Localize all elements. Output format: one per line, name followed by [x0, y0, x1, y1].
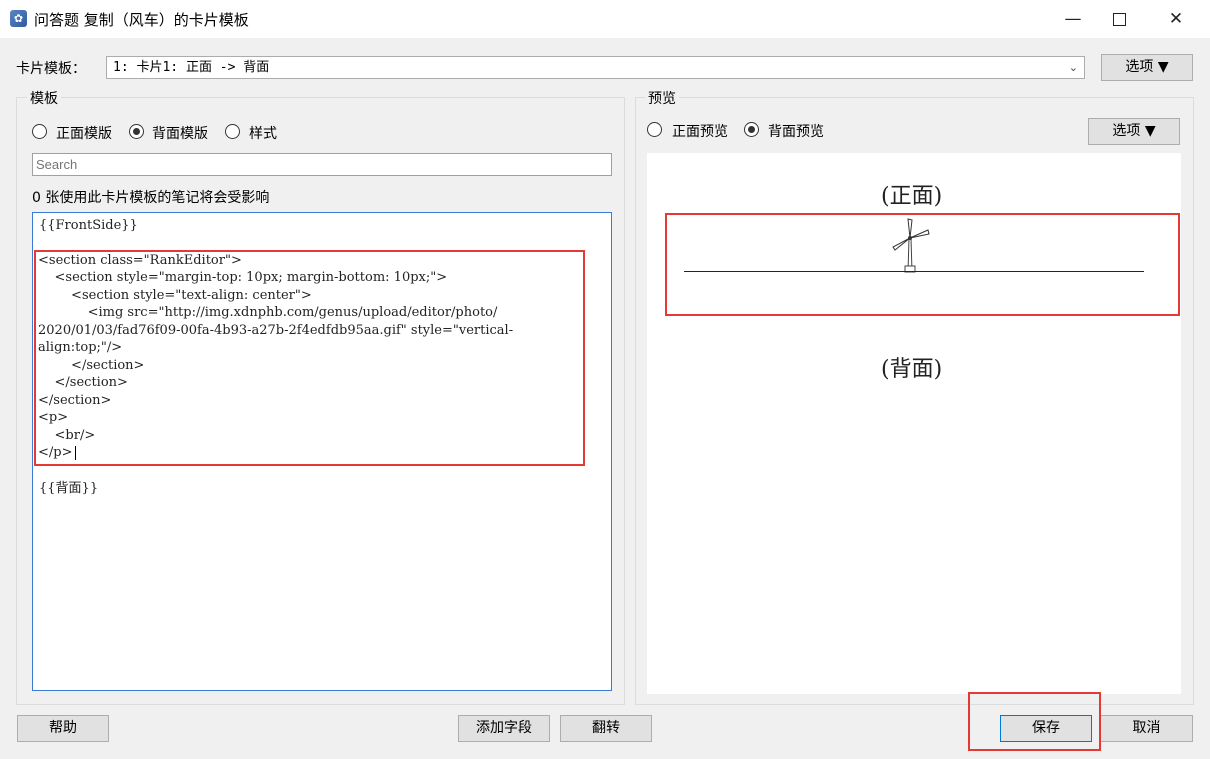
add-field-button[interactable]: 添加字段 — [458, 715, 550, 742]
search-input[interactable] — [32, 153, 612, 176]
styling-label[interactable]: 样式 — [249, 123, 277, 143]
code-line: {{FrontSide}} — [39, 218, 138, 233]
chevron-down-icon: ⌄ — [1068, 61, 1078, 74]
radio-selected-dot — [133, 128, 140, 135]
window-title: 问答题 复制（风车）的卡片模板 — [34, 11, 249, 29]
card-options-button[interactable]: 选项 ▼ — [1101, 54, 1193, 81]
template-group-title: 模板 — [27, 88, 61, 108]
card-template-value: 1: 卡片1: 正面 -> 背面 — [113, 60, 270, 75]
card-template-combobox[interactable]: 1: 卡片1: 正面 -> 背面 ⌄ — [106, 56, 1085, 79]
preview-options-button[interactable]: 选项 ▼ — [1088, 118, 1180, 145]
code-line: {{背面}} — [39, 481, 99, 496]
front-preview-radio[interactable] — [647, 122, 662, 137]
maximize-icon — [1112, 12, 1126, 26]
styling-radio[interactable] — [225, 124, 240, 139]
maximize-button[interactable] — [1096, 0, 1142, 38]
anki-app-icon: ✿ — [10, 10, 27, 27]
front-preview-label[interactable]: 正面预览 — [672, 121, 728, 141]
preview-group-title: 预览 — [645, 88, 679, 108]
preview-front-text: (正面) — [881, 184, 943, 209]
close-button[interactable]: ✕ — [1142, 0, 1210, 38]
back-preview-label[interactable]: 背面预览 — [768, 121, 824, 141]
help-button[interactable]: 帮助 — [17, 715, 109, 742]
cancel-button[interactable]: 取消 — [1100, 715, 1193, 742]
card-template-label: 卡片模板： — [16, 61, 86, 77]
preview-back-text: (背面) — [881, 357, 943, 382]
save-highlight-annotation — [968, 692, 1101, 751]
radio-selected-dot — [748, 126, 755, 133]
preview-highlight-annotation — [665, 213, 1180, 316]
back-template-label[interactable]: 背面模版 — [152, 123, 208, 143]
back-preview-radio[interactable] — [744, 122, 759, 137]
code-highlight-annotation — [34, 250, 585, 466]
affected-notes-notice: 0 张使用此卡片模板的笔记将会受影响 — [32, 190, 270, 206]
flip-button[interactable]: 翻转 — [560, 715, 652, 742]
front-template-radio[interactable] — [32, 124, 47, 139]
minimize-button[interactable]: — — [1050, 0, 1096, 38]
back-template-radio[interactable] — [129, 124, 144, 139]
front-template-label[interactable]: 正面模版 — [56, 123, 112, 143]
